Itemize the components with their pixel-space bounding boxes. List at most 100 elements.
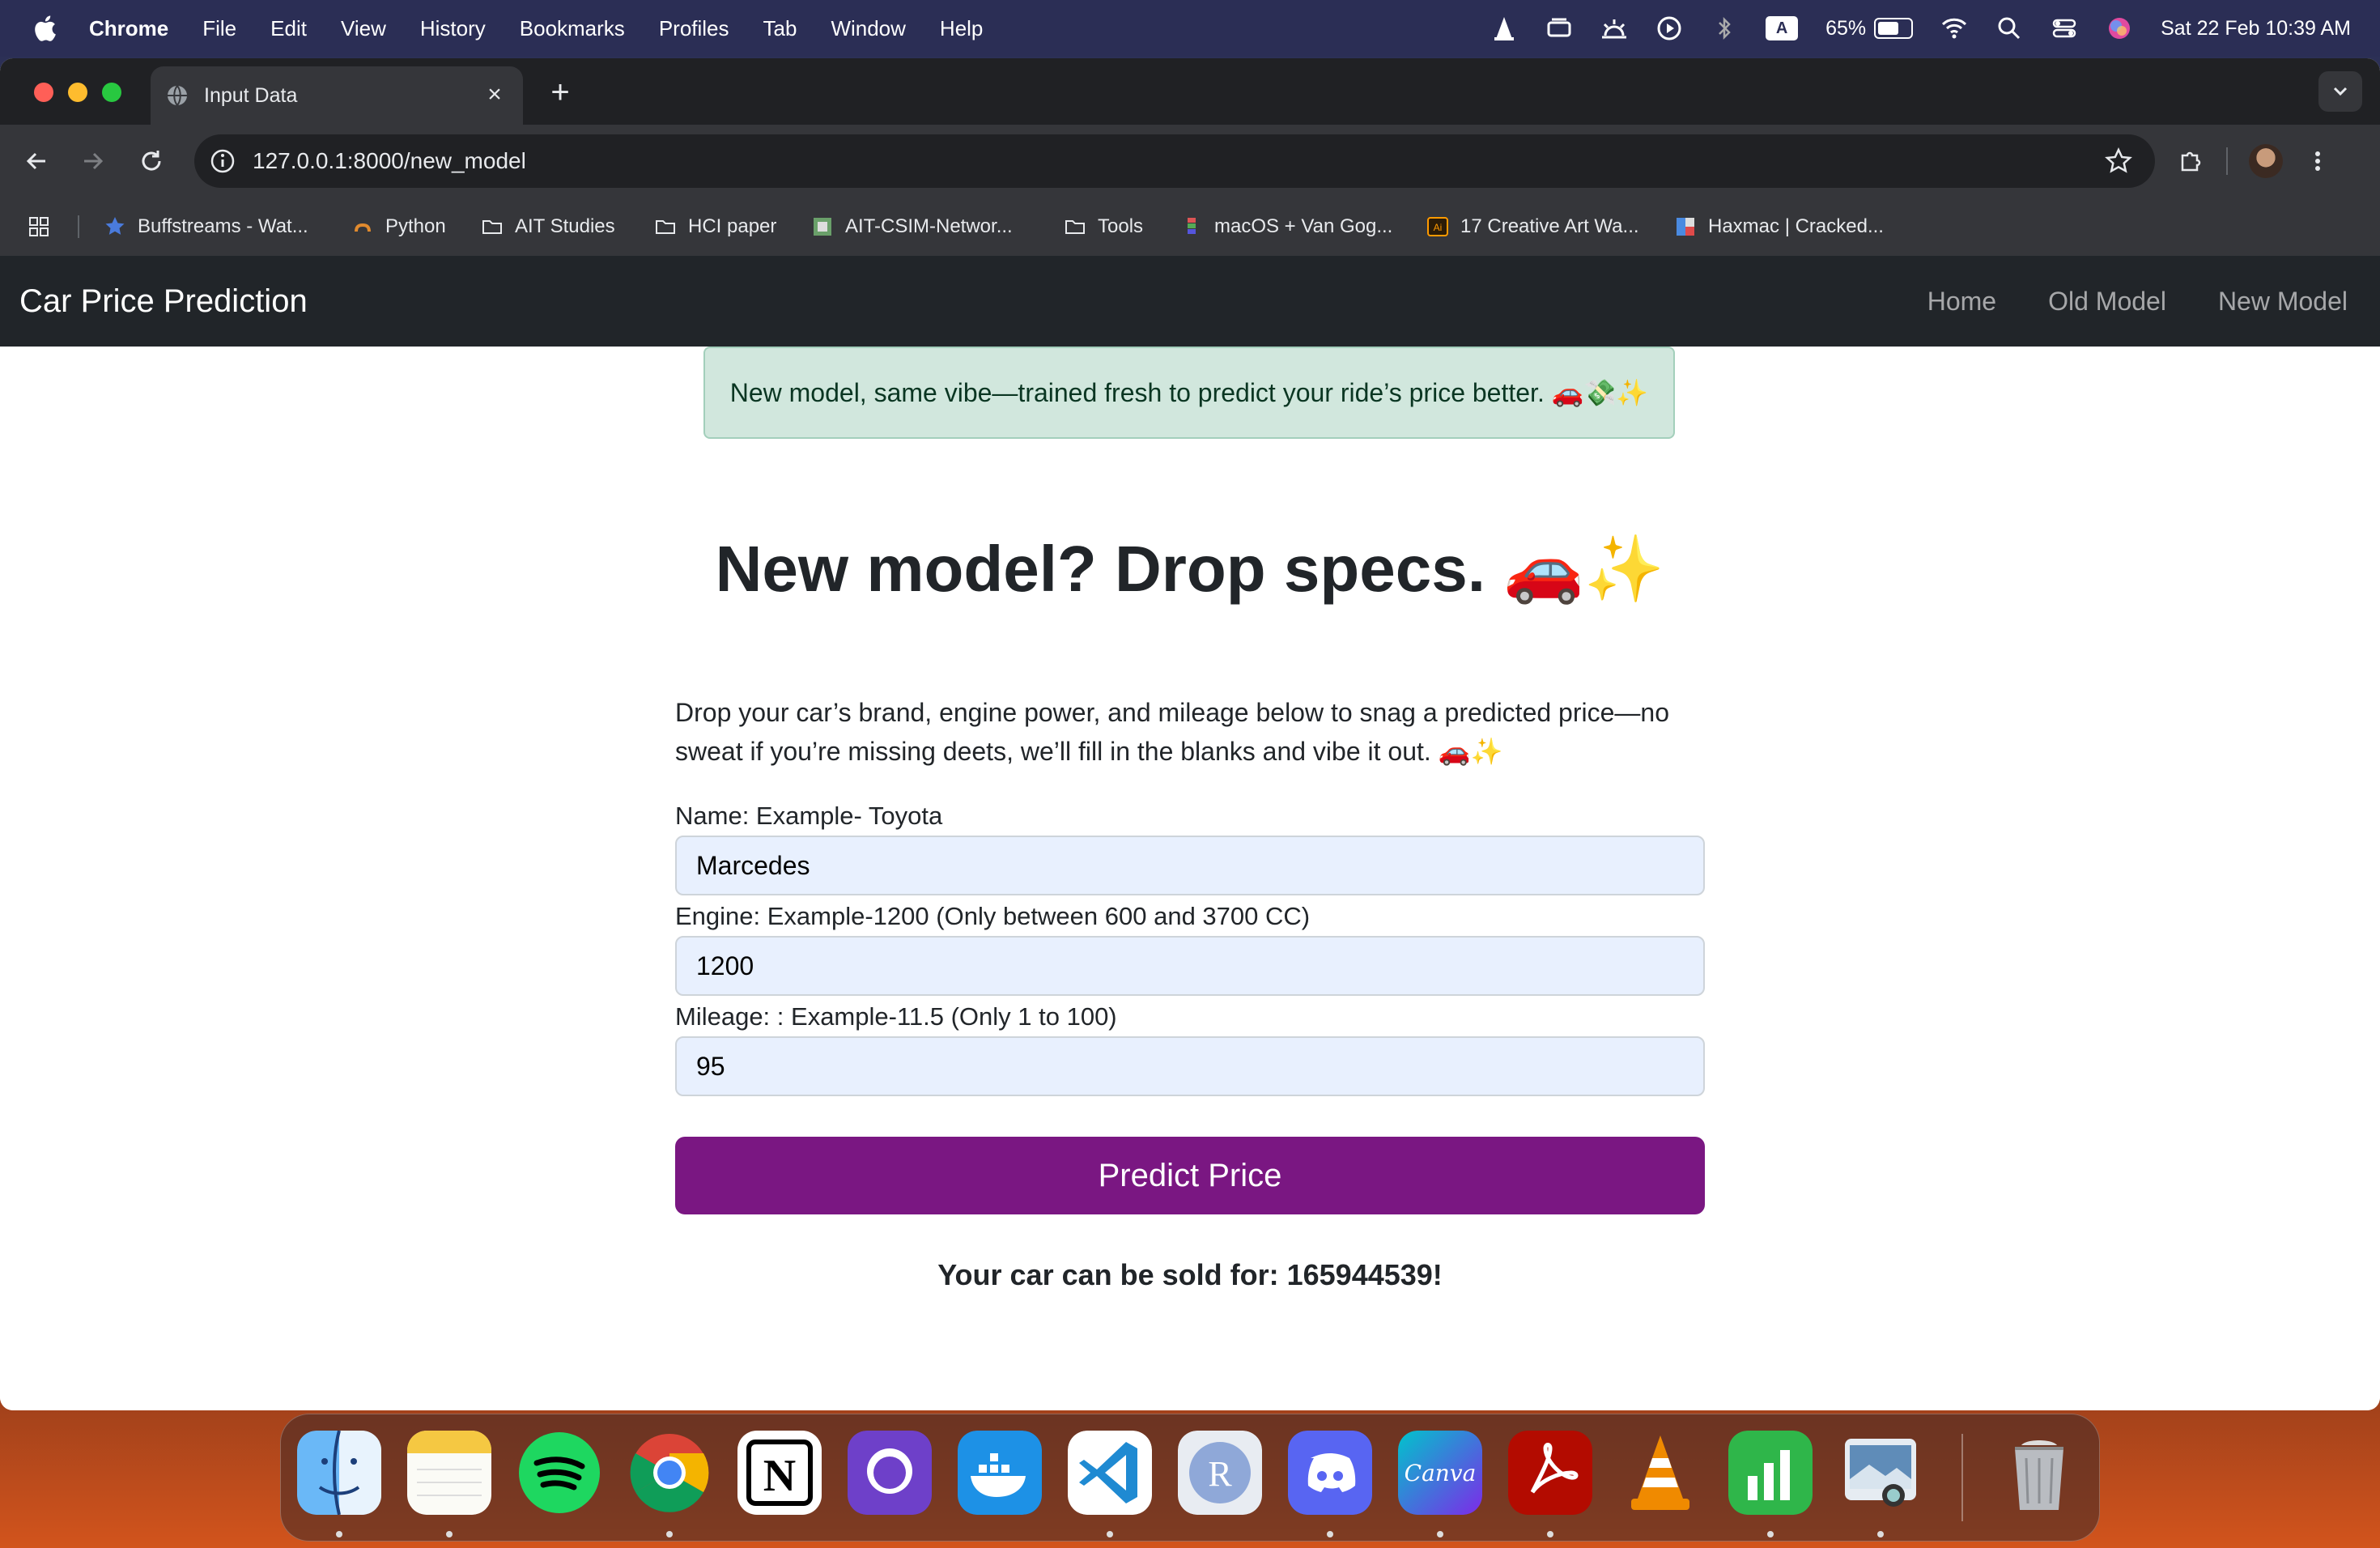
menu-window[interactable]: Window bbox=[831, 16, 905, 41]
reload-icon[interactable] bbox=[133, 142, 170, 180]
kebab-menu-icon[interactable] bbox=[2304, 147, 2331, 175]
bookmark-star-icon[interactable] bbox=[2105, 147, 2132, 175]
profile-avatar[interactable] bbox=[2249, 144, 2283, 178]
macos-menubar: Chrome File Edit View History Bookmarks … bbox=[0, 0, 2380, 57]
site-info-icon[interactable] bbox=[209, 147, 236, 175]
bookmark-tools[interactable]: Tools bbox=[1064, 198, 1143, 256]
discord-icon[interactable] bbox=[1288, 1431, 1372, 1515]
apple-menu-icon[interactable] bbox=[32, 15, 57, 42]
trash-icon[interactable] bbox=[1997, 1431, 2081, 1515]
mileage-label: Mileage: : Example-11.5 (Only 1 to 100) bbox=[675, 1002, 1117, 1031]
acrobat-icon[interactable] bbox=[1508, 1431, 1592, 1515]
siri-icon[interactable] bbox=[2106, 15, 2133, 42]
extensions-puzzle-icon[interactable] bbox=[2178, 147, 2205, 175]
canva-icon[interactable]: Canva bbox=[1398, 1431, 1482, 1515]
menu-history[interactable]: History bbox=[420, 16, 486, 41]
active-tab[interactable]: Input Data × bbox=[151, 66, 523, 125]
apps-grid-icon[interactable] bbox=[28, 198, 50, 256]
running-indicator bbox=[1877, 1531, 1884, 1537]
bookmark-ait-studies[interactable]: AIT Studies bbox=[481, 198, 615, 256]
menu-tab[interactable]: Tab bbox=[763, 16, 797, 41]
vlc-icon[interactable] bbox=[1618, 1431, 1702, 1515]
vscode-icon[interactable] bbox=[1068, 1431, 1152, 1515]
nav-link-new-model[interactable]: New Model bbox=[2218, 287, 2348, 317]
site-icon bbox=[811, 215, 834, 238]
prediction-result: Your car can be sold for: 165944539! bbox=[937, 1258, 1443, 1291]
browser-toolbar: 127.0.0.1:8000/new_model bbox=[0, 125, 2380, 198]
address-bar[interactable]: 127.0.0.1:8000/new_model bbox=[194, 134, 2155, 188]
navbar-brand[interactable]: Car Price Prediction bbox=[19, 256, 308, 347]
bookmark-label: Buffstreams - Wat... bbox=[138, 215, 308, 237]
info-alert: New model, same vibe—trained fresh to pr… bbox=[703, 347, 1675, 439]
bookmark-label: Tools bbox=[1098, 215, 1144, 237]
close-window-button[interactable] bbox=[34, 83, 53, 102]
running-indicator bbox=[666, 1531, 673, 1537]
finder-icon[interactable] bbox=[297, 1431, 381, 1515]
bookmarks-bar: Buffstreams - Wat... Python AIT Studies … bbox=[0, 198, 2380, 257]
tab-strip: Input Data × + bbox=[0, 58, 2380, 125]
menu-app-name[interactable]: Chrome bbox=[89, 16, 168, 41]
svg-text:R: R bbox=[1208, 1454, 1232, 1494]
zoom-window-button[interactable] bbox=[102, 83, 121, 102]
r-icon[interactable]: R bbox=[1178, 1431, 1262, 1515]
menubar-clock[interactable]: Sat 22 Feb 10:39 AM bbox=[2161, 17, 2351, 40]
toolbar-divider bbox=[2226, 147, 2228, 175]
minimize-window-button[interactable] bbox=[68, 83, 87, 102]
bookmark-haxmac[interactable]: Haxmac | Cracked... bbox=[1674, 198, 1884, 256]
input-source-badge[interactable]: A bbox=[1766, 16, 1799, 40]
bookmark-ait-csim[interactable]: AIT-CSIM-Networ... bbox=[811, 198, 1013, 256]
engine-input[interactable] bbox=[675, 936, 1705, 996]
bookmark-creative-art[interactable]: Ai 17 Creative Art Wa... bbox=[1426, 198, 1639, 256]
illustrator-icon: Ai bbox=[1426, 215, 1449, 238]
back-arrow-icon[interactable] bbox=[18, 142, 55, 180]
drive-menubar-icon[interactable] bbox=[1545, 15, 1573, 42]
github-desktop-icon[interactable] bbox=[848, 1431, 932, 1515]
battery-indicator[interactable]: 65% bbox=[1825, 17, 1914, 40]
vlc-menubar-icon[interactable] bbox=[1490, 15, 1518, 42]
web-page: Car Price Prediction Home Old Model New … bbox=[0, 256, 2380, 1410]
play-circle-icon[interactable] bbox=[1655, 15, 1683, 42]
bookmark-label: Haxmac | Cracked... bbox=[1708, 215, 1884, 237]
bluetooth-off-icon[interactable] bbox=[1711, 15, 1738, 42]
forward-arrow-icon[interactable] bbox=[74, 142, 112, 180]
bookmark-buffstreams[interactable]: Buffstreams - Wat... bbox=[104, 198, 308, 256]
spotlight-search-icon[interactable] bbox=[1995, 15, 2023, 42]
wifi-icon[interactable] bbox=[1940, 15, 1968, 42]
battery-fill bbox=[1878, 22, 1898, 35]
url-text: 127.0.0.1:8000/new_model bbox=[253, 148, 526, 173]
control-center-icon[interactable] bbox=[2051, 15, 2078, 42]
chrome-icon[interactable] bbox=[627, 1431, 712, 1515]
running-indicator bbox=[336, 1531, 342, 1537]
menu-bookmarks[interactable]: Bookmarks bbox=[520, 16, 625, 41]
running-indicator bbox=[1547, 1531, 1553, 1537]
bookmark-label: macOS + Van Gog... bbox=[1214, 215, 1393, 237]
spotify-icon[interactable] bbox=[517, 1431, 601, 1515]
bookmark-python[interactable]: Python bbox=[351, 198, 446, 256]
close-tab-icon[interactable]: × bbox=[482, 83, 507, 107]
preview-icon[interactable] bbox=[1838, 1431, 1923, 1515]
sunrise-menubar-icon[interactable] bbox=[1600, 15, 1628, 42]
menu-edit[interactable]: Edit bbox=[270, 16, 307, 41]
bookmark-macos-vangogh[interactable]: macOS + Van Gog... bbox=[1180, 198, 1392, 256]
nav-link-old-model[interactable]: Old Model bbox=[2048, 287, 2166, 317]
notes-icon[interactable] bbox=[407, 1431, 491, 1515]
macos-dock: N R Canva bbox=[280, 1414, 2100, 1542]
nav-link-home[interactable]: Home bbox=[1927, 287, 1996, 317]
menu-help[interactable]: Help bbox=[940, 16, 983, 41]
running-indicator bbox=[446, 1531, 453, 1537]
mileage-input[interactable] bbox=[675, 1036, 1705, 1096]
toolbar-right bbox=[2178, 139, 2331, 183]
numbers-icon[interactable] bbox=[1728, 1431, 1813, 1515]
notion-icon[interactable]: N bbox=[737, 1431, 822, 1515]
docker-icon[interactable] bbox=[958, 1431, 1042, 1515]
bookmark-label: AIT Studies bbox=[515, 215, 615, 237]
svg-text:Ai: Ai bbox=[1434, 222, 1443, 233]
new-tab-icon[interactable]: + bbox=[544, 76, 576, 108]
tab-search-button[interactable] bbox=[2318, 71, 2362, 112]
predict-price-button[interactable]: Predict Price bbox=[675, 1137, 1705, 1214]
menu-file[interactable]: File bbox=[202, 16, 236, 41]
name-input[interactable] bbox=[675, 836, 1705, 895]
menu-view[interactable]: View bbox=[341, 16, 386, 41]
menu-profiles[interactable]: Profiles bbox=[659, 16, 729, 41]
bookmark-hci-paper[interactable]: HCI paper bbox=[654, 198, 776, 256]
